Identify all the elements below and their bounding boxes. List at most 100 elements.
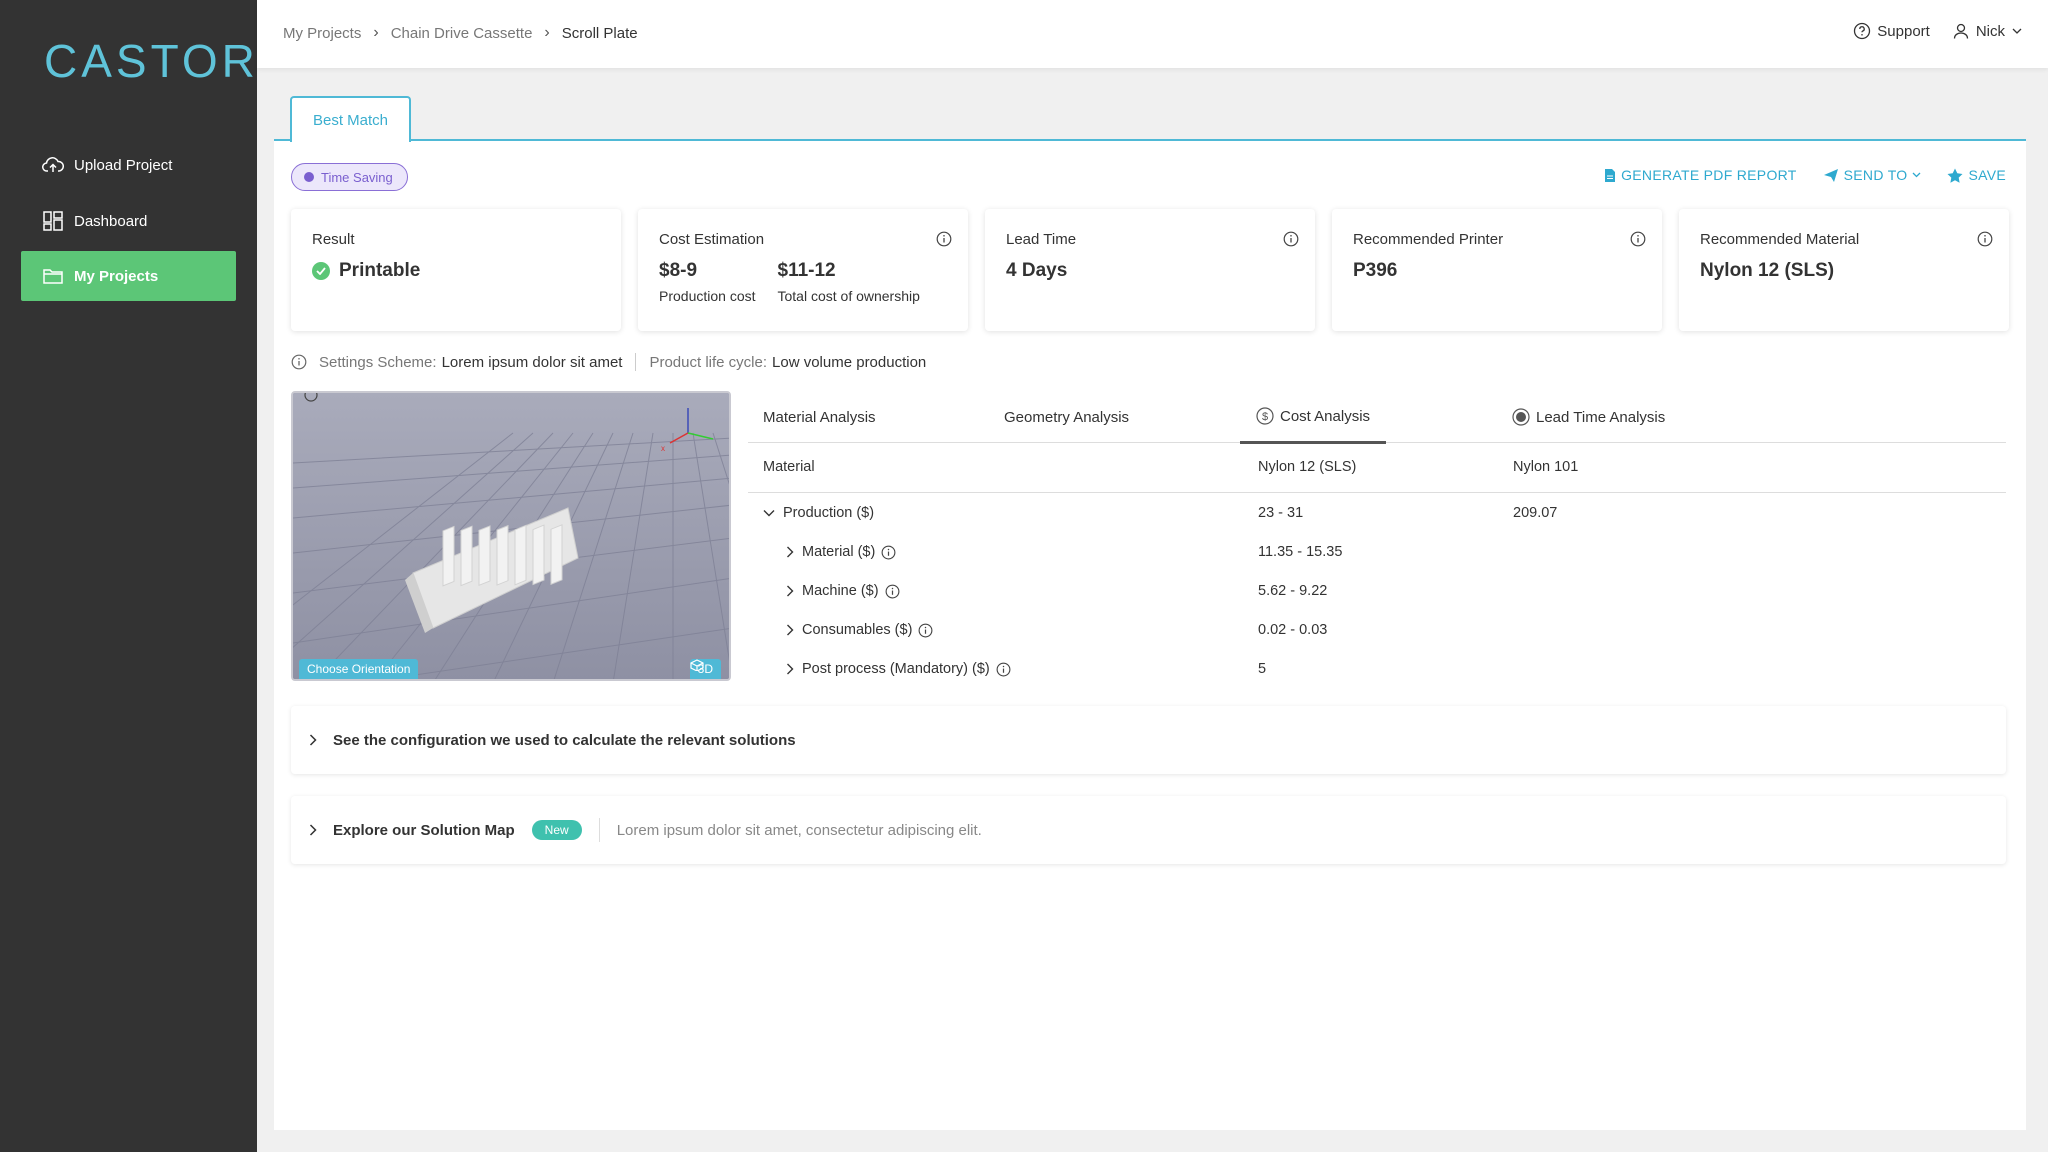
send-to-button[interactable]: SEND TO [1823, 167, 1922, 183]
info-icon[interactable] [918, 623, 933, 638]
chevron-right-icon [787, 546, 794, 558]
solution-map-collapsible[interactable]: Explore our Solution Map New Lorem ipsum… [291, 796, 2006, 864]
top-bar: My Projects › Chain Drive Cassette › Scr… [257, 0, 2048, 68]
card-title: Result [312, 231, 355, 248]
sidebar-item-dashboard[interactable]: Dashboard [21, 196, 236, 246]
3d-model-viewer[interactable]: x Choose Orientation 3D [291, 391, 731, 681]
configuration-collapsible[interactable]: See the configuration we used to calcula… [291, 706, 2006, 774]
column-label: Material [763, 459, 815, 475]
tab-label: Geometry Analysis [1004, 408, 1130, 426]
column-nylon-101: Nylon 101 [1513, 459, 1579, 475]
settings-scheme-value: Lorem ipsum dolor sit amet [441, 353, 623, 371]
chevron-right-icon [309, 734, 317, 746]
settings-scheme-label: Settings Scheme: [319, 353, 437, 371]
svg-text:x: x [661, 444, 665, 453]
table-row-post-process[interactable]: Post process (Mandatory) ($) 5 [748, 650, 2006, 689]
clock-circle-icon [1512, 408, 1530, 426]
info-icon[interactable] [885, 584, 900, 599]
breadcrumb: My Projects › Chain Drive Cassette › Scr… [283, 24, 638, 42]
choose-orientation-button[interactable]: Choose Orientation [299, 659, 419, 679]
user-menu[interactable]: Nick [1952, 22, 2022, 40]
chevron-right-icon [787, 585, 794, 597]
table-row-consumables[interactable]: Consumables ($) 0.02 - 0.03 [748, 611, 2006, 650]
info-icon[interactable] [291, 354, 307, 370]
generate-pdf-button[interactable]: GENERATE PDF REPORT [1604, 167, 1797, 183]
info-icon[interactable] [936, 231, 952, 247]
card-title: Cost Estimation [659, 231, 765, 248]
row-value-nylon-12: 0.02 - 0.03 [1258, 622, 1328, 638]
info-icon[interactable] [881, 545, 896, 560]
configuration-text: See the configuration we used to calcula… [333, 731, 796, 749]
tab-label: Lead Time Analysis [1536, 408, 1666, 426]
recommended-material-card: Recommended Material Nylon 12 (SLS) [1679, 209, 2009, 331]
tab-cost-analysis[interactable]: $ Cost Analysis [1240, 391, 1387, 444]
cost-estimation-card: Cost Estimation $8-9 Production cost $11… [638, 209, 968, 331]
result-value: Printable [339, 260, 421, 281]
sidebar-item-label: Upload Project [74, 156, 173, 174]
card-title: Recommended Printer [1353, 231, 1504, 248]
main-content: Best Match Time Saving GENERATE PDF REPO… [274, 68, 2026, 1130]
settings-line: Settings Scheme: Lorem ipsum dolor sit a… [291, 353, 926, 371]
panel-actions: GENERATE PDF REPORT SEND TO SAVE [1578, 167, 2006, 183]
info-icon[interactable] [1283, 231, 1299, 247]
row-label: Consumables ($) [786, 622, 933, 638]
summary-cards: Result Printable Cost Estimation $8-9 Pr… [291, 209, 2009, 331]
material-value: Nylon 12 (SLS) [1700, 260, 1835, 281]
production-cost-label: Production cost [659, 288, 756, 304]
folder-icon [42, 265, 64, 287]
new-badge: New [531, 820, 582, 840]
chevron-down-icon [763, 510, 775, 517]
lead-time-card: Lead Time 4 Days [985, 209, 1315, 331]
row-label-text: Material ($) [802, 544, 876, 560]
sidebar-item-my-projects[interactable]: My Projects [21, 251, 236, 301]
info-icon[interactable] [1977, 231, 1993, 247]
tab-lead-time-analysis[interactable]: Lead Time Analysis [1512, 391, 1665, 443]
badge-label: Time Saving [321, 169, 393, 185]
support-label: Support [1877, 22, 1930, 40]
support-link[interactable]: Support [1853, 22, 1930, 40]
save-button[interactable]: SAVE [1947, 167, 2006, 183]
table-row-production[interactable]: Production ($) 23 - 31 209.07 [748, 494, 2006, 533]
row-label-text: Post process (Mandatory) ($) [802, 661, 990, 677]
table-row-material[interactable]: Material ($) 11.35 - 15.35 [748, 533, 2006, 572]
badge-dot-icon [304, 172, 314, 182]
cost-values: $8-9 Production cost $11-12 Total cost o… [659, 260, 947, 304]
row-label-text: Consumables ($) [802, 622, 913, 638]
breadcrumb-chain-drive-cassette[interactable]: Chain Drive Cassette [391, 25, 533, 42]
castor-logo[interactable]: CASTOR [44, 34, 259, 88]
breadcrumb-my-projects[interactable]: My Projects [283, 25, 361, 42]
tab-geometry-analysis[interactable]: Geometry Analysis [1004, 391, 1129, 443]
total-cost-value: $11-12 [777, 260, 836, 281]
lifecycle-value: Low volume production [772, 353, 927, 371]
recommended-printer-card: Recommended Printer P396 [1332, 209, 1662, 331]
row-value-nylon-12: 5 [1258, 661, 1267, 677]
row-label: Material ($) [786, 544, 896, 560]
cloud-upload-icon [42, 154, 64, 176]
chevron-down-icon [1913, 172, 1921, 178]
tab-label: Material Analysis [763, 408, 876, 426]
model-viewport[interactable]: x [293, 393, 731, 681]
dollar-circle-icon: $ [1256, 407, 1274, 425]
production-cost-value: $8-9 [659, 260, 698, 281]
chevron-right-icon: › [544, 24, 550, 41]
table-row-machine[interactable]: Machine ($) 5.62 - 9.22 [748, 572, 2006, 611]
info-icon[interactable] [1630, 231, 1646, 247]
row-value-nylon-12: 11.35 - 15.35 [1258, 544, 1343, 560]
row-value-nylon-12: 23 - 31 [1258, 505, 1304, 521]
divider [635, 353, 637, 371]
view-3d-button[interactable]: 3D [689, 659, 721, 679]
divider [598, 818, 600, 842]
info-icon[interactable] [996, 662, 1011, 677]
sidebar-item-upload-project[interactable]: Upload Project [21, 140, 236, 190]
chevron-right-icon [787, 624, 794, 636]
tab-best-match[interactable]: Best Match [290, 96, 411, 142]
tab-material-analysis[interactable]: Material Analysis [763, 391, 876, 443]
pdf-file-icon [1605, 168, 1616, 182]
svg-text:$: $ [1262, 411, 1268, 423]
row-value-nylon-12: 5.62 - 9.22 [1258, 583, 1328, 599]
production-cost: $8-9 Production cost [659, 260, 756, 304]
cube-icon [690, 659, 704, 671]
help-circle-icon [1854, 22, 1871, 40]
tab-label: Cost Analysis [1280, 407, 1371, 425]
lifecycle-label: Product life cycle: [649, 353, 768, 371]
